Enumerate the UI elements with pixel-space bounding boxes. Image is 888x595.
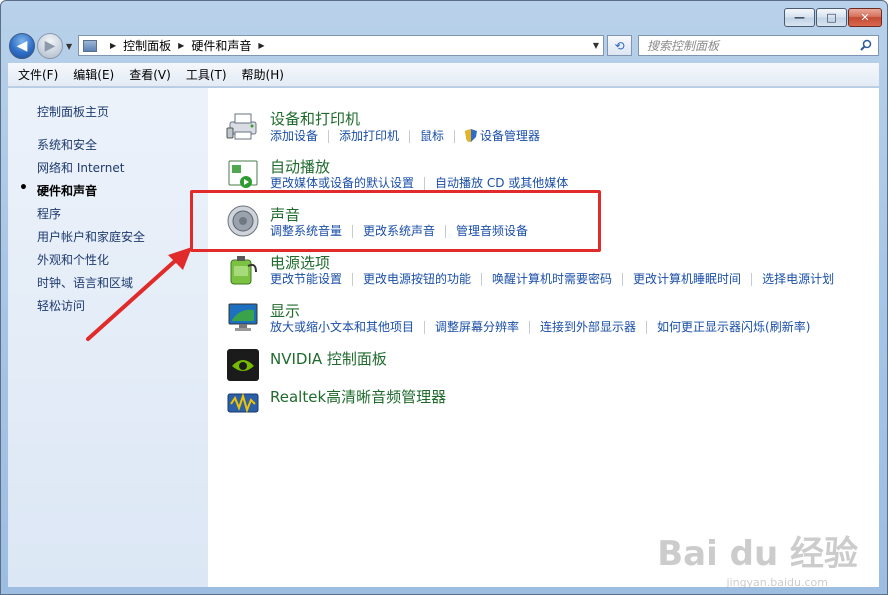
sidebar-home-link[interactable]: 控制面板主页 (37, 103, 109, 120)
minimize-button[interactable]: — (784, 8, 815, 27)
link-change-media-defaults[interactable]: 更改媒体或设备的默认设置 (270, 177, 426, 190)
uac-shield-icon (465, 129, 478, 142)
nav-buttons: ◀ ▶ ▼ (9, 33, 72, 59)
link-power-button-function[interactable]: 更改电源按钮的功能 (363, 273, 483, 286)
recent-pages-dropdown-icon[interactable]: ▼ (66, 42, 72, 51)
address-bar[interactable]: ▶ 控制面板 ▶ 硬件和声音 ▶ ▼ (78, 35, 604, 56)
link-external-display[interactable]: 连接到外部显示器 (540, 321, 648, 334)
breadcrumb-control-panel[interactable]: 控制面板 (123, 37, 171, 54)
realtek-icon (227, 392, 259, 414)
menu-file[interactable]: 文件(F) (18, 66, 58, 83)
link-change-power-saving[interactable]: 更改节能设置 (270, 273, 354, 286)
address-dropdown-icon[interactable]: ▼ (593, 41, 599, 50)
nvidia-icon (227, 349, 259, 381)
breadcrumb-chevron-icon[interactable]: ▶ (258, 41, 264, 50)
refresh-button[interactable]: ⟲ (607, 35, 632, 56)
baidu-watermark-url: jingyan.baidu.com (726, 576, 828, 589)
highlight-arrow-icon (86, 247, 192, 341)
link-require-password-wake[interactable]: 唤醒计算机时需要密码 (492, 273, 624, 286)
category-links: 更改节能设置 更改电源按钮的功能 唤醒计算机时需要密码 更改计算机睡眠时间 选择… (270, 273, 854, 286)
breadcrumb-chevron-icon[interactable]: ▶ (110, 41, 116, 50)
link-autoplay-cd[interactable]: 自动播放 CD 或其他媒体 (435, 177, 578, 190)
sidebar-item-system-security[interactable]: 系统和安全 (37, 136, 145, 159)
main-content: 设备和打印机 添加设备 添加打印机 鼠标 设备管理器 自动播放 更改媒体或设备的… (208, 88, 879, 587)
search-placeholder: 搜索控制面板 (647, 39, 720, 53)
search-input[interactable]: 搜索控制面板 (638, 35, 879, 56)
display-icon (228, 303, 258, 331)
caption-buttons: — □ ✕ (784, 8, 882, 27)
link-add-device[interactable]: 添加设备 (270, 129, 330, 143)
link-change-sleep-time[interactable]: 更改计算机睡眠时间 (633, 273, 753, 286)
category-title[interactable]: NVIDIA 控制面板 (270, 348, 387, 369)
link-text-size[interactable]: 放大或缩小文本和其他项目 (270, 321, 426, 334)
sidebar-item-programs[interactable]: 程序 (37, 205, 145, 228)
breadcrumb-chevron-icon[interactable]: ▶ (178, 41, 184, 50)
link-refresh-rate[interactable]: 如何更正显示器闪烁(刷新率) (657, 321, 820, 334)
highlight-box (190, 190, 601, 252)
back-arrow-icon[interactable]: ◀ (9, 33, 35, 59)
category-title[interactable]: 自动播放 (270, 156, 330, 177)
category-title[interactable]: 电源选项 (270, 252, 330, 273)
printer-icon (226, 113, 257, 140)
link-screen-resolution[interactable]: 调整屏幕分辨率 (435, 321, 531, 334)
menu-bar: 文件(F) 编辑(E) 查看(V) 工具(T) 帮助(H) (8, 63, 879, 87)
sidebar-item-hardware-sound[interactable]: 硬件和声音 (19, 180, 145, 205)
category-links: 更改媒体或设备的默认设置 自动播放 CD 或其他媒体 (270, 177, 588, 190)
category-links: 放大或缩小文本和其他项目 调整屏幕分辨率 连接到外部显示器 如何更正显示器闪烁(… (270, 321, 830, 334)
close-button[interactable]: ✕ (848, 8, 882, 27)
sidebar-item-network-internet[interactable]: 网络和 Internet (37, 159, 145, 182)
breadcrumb-hardware-sound[interactable]: 硬件和声音 (191, 37, 251, 54)
search-icon[interactable] (860, 39, 872, 51)
control-panel-icon (83, 39, 97, 52)
link-device-manager[interactable]: 设备管理器 (465, 129, 550, 143)
maximize-button[interactable]: □ (816, 8, 847, 27)
category-title[interactable]: Realtek高清晰音频管理器 (270, 386, 446, 407)
menu-tools[interactable]: 工具(T) (186, 66, 227, 83)
link-add-printer[interactable]: 添加打印机 (339, 129, 411, 143)
link-choose-power-plan[interactable]: 选择电源计划 (762, 273, 844, 286)
category-title[interactable]: 显示 (270, 300, 300, 321)
autoplay-icon (228, 160, 258, 188)
menu-view[interactable]: 查看(V) (129, 66, 171, 83)
power-icon (230, 256, 257, 285)
baidu-watermark: Bai du 经验 (657, 534, 858, 574)
menu-edit[interactable]: 编辑(E) (73, 66, 114, 83)
menu-help[interactable]: 帮助(H) (242, 66, 284, 83)
category-links: 添加设备 添加打印机 鼠标 设备管理器 (270, 129, 560, 143)
forward-arrow-icon[interactable]: ▶ (37, 33, 63, 59)
link-mouse[interactable]: 鼠标 (420, 129, 456, 143)
refresh-icon: ⟲ (614, 38, 625, 53)
link-device-manager-label: 设备管理器 (480, 129, 541, 143)
category-title[interactable]: 设备和打印机 (270, 108, 360, 129)
